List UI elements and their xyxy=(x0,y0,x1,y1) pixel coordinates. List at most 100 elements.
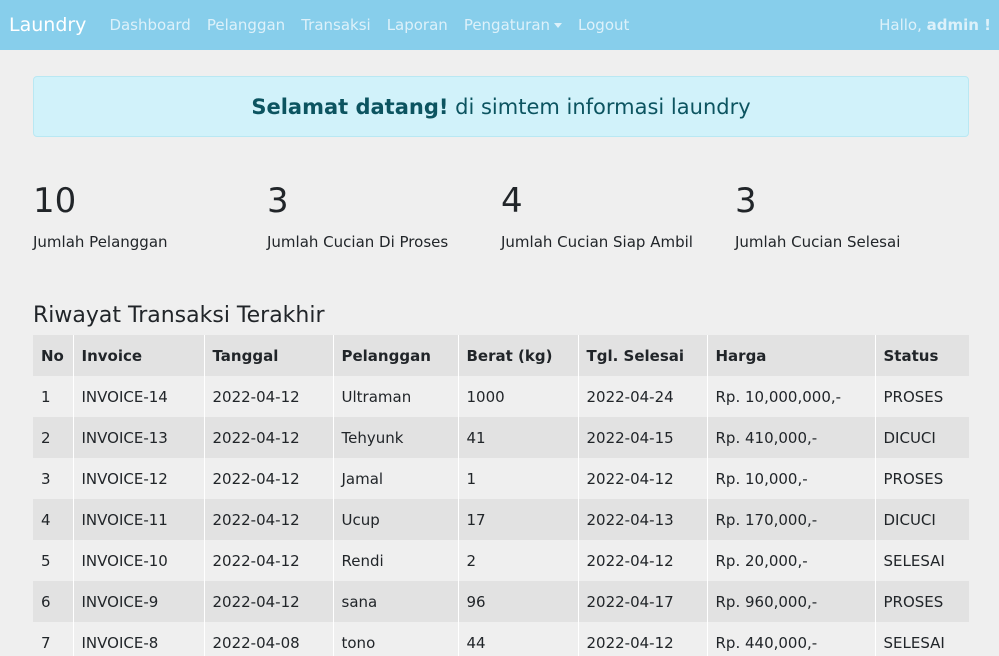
table-cell: 2022-04-15 xyxy=(578,417,708,458)
table-cell: 44 xyxy=(458,622,579,656)
table-cell: Rendi xyxy=(333,540,459,581)
table-cell: 2022-04-12 xyxy=(204,540,334,581)
table-cell: INVOICE-10 xyxy=(73,540,205,581)
table-row: 6 INVOICE-9 2022-04-12 sana 96 2022-04-17 Rp. … xyxy=(33,581,969,622)
stat-label: Jumlah Cucian Siap Ambil xyxy=(501,233,693,251)
column-header: Invoice xyxy=(73,335,205,376)
table-cell: 2022-04-12 xyxy=(204,417,334,458)
table-cell: INVOICE-9 xyxy=(73,581,205,622)
nav-link-dashboard[interactable]: Dashboard xyxy=(109,16,190,34)
brand-logo[interactable]: Laundry xyxy=(9,14,86,36)
table-cell: 3 xyxy=(33,458,74,499)
table-cell: 2022-04-12 xyxy=(204,581,334,622)
table-cell: 1000 xyxy=(458,376,579,417)
table-cell: 4 xyxy=(33,499,74,540)
top-navbar: Laundry Dashboard Pelanggan Transaksi La… xyxy=(0,0,999,50)
nav-link-transaksi[interactable]: Transaksi xyxy=(301,16,371,34)
table-cell: 2 xyxy=(33,417,74,458)
table-cell: Jamal xyxy=(333,458,459,499)
table-cell: Rp. 10,000,000,- xyxy=(707,376,876,417)
column-header: No xyxy=(33,335,74,376)
stats-row: 10 Jumlah Pelanggan 3 Jumlah Cucian Di P… xyxy=(33,181,969,251)
table-cell: PROSES xyxy=(875,458,969,499)
table-cell: Rp. 960,000,- xyxy=(707,581,876,622)
table-cell: 2022-04-08 xyxy=(204,622,334,656)
table-cell: SELESAI xyxy=(875,622,969,656)
table-cell: 1 xyxy=(458,458,579,499)
table-cell: Ucup xyxy=(333,499,459,540)
table-cell: INVOICE-12 xyxy=(73,458,205,499)
column-header: Status xyxy=(875,335,969,376)
stat-value: 10 xyxy=(33,181,77,221)
table-row: 5 INVOICE-10 2022-04-12 Rendi 2 2022-04-12 Rp.… xyxy=(33,540,969,581)
nav-link-logout[interactable]: Logout xyxy=(578,16,629,34)
table-cell: INVOICE-13 xyxy=(73,417,205,458)
table-cell: PROSES xyxy=(875,581,969,622)
stat-pelanggan: 10 Jumlah Pelanggan xyxy=(33,181,267,251)
greeting-username: admin ! xyxy=(926,16,991,34)
table-row: 4 INVOICE-11 2022-04-12 Ucup 17 2022-04-13 Rp.… xyxy=(33,499,969,540)
table-cell: INVOICE-14 xyxy=(73,376,205,417)
nav-link-laporan[interactable]: Laporan xyxy=(387,16,448,34)
table-cell: Rp. 10,000,- xyxy=(707,458,876,499)
user-greeting: Hallo, admin ! xyxy=(879,16,991,34)
column-header: Tanggal xyxy=(204,335,334,376)
table-cell: 2022-04-12 xyxy=(204,499,334,540)
table-cell: 2022-04-12 xyxy=(204,458,334,499)
table-cell: 2022-04-17 xyxy=(578,581,708,622)
nav-link-pelanggan[interactable]: Pelanggan xyxy=(207,16,285,34)
table-cell: 6 xyxy=(33,581,74,622)
table-cell: INVOICE-11 xyxy=(73,499,205,540)
table-row: 1 INVOICE-14 2022-04-12 Ultraman 1000 2022-04… xyxy=(33,376,969,417)
table-row: 3 INVOICE-12 2022-04-12 Jamal 1 2022-04-12 Rp.… xyxy=(33,458,969,499)
table-cell: 1 xyxy=(33,376,74,417)
chevron-down-icon xyxy=(554,22,563,28)
table-cell: 2022-04-12 xyxy=(578,540,708,581)
stat-proses: 3 Jumlah Cucian Di Proses xyxy=(267,181,501,251)
table-row: 7 INVOICE-8 2022-04-08 tono 44 2022-04-12 Rp. … xyxy=(33,622,969,656)
stat-selesai: 3 Jumlah Cucian Selesai xyxy=(735,181,969,251)
table-cell: 2022-04-12 xyxy=(578,622,708,656)
stat-label: Jumlah Pelanggan xyxy=(33,233,168,251)
main-container: Selamat datang! di simtem informasi laun… xyxy=(0,76,999,656)
nav-links: Dashboard Pelanggan Transaksi Laporan Pe… xyxy=(109,16,645,34)
nav-dropdown-label: Pengaturan xyxy=(463,16,551,34)
table-cell: DICUCI xyxy=(875,499,969,540)
welcome-text: di simtem informasi laundry xyxy=(448,94,751,119)
table-cell: Tehyunk xyxy=(333,417,459,458)
table-cell: 5 xyxy=(33,540,74,581)
column-header: Tgl. Selesai xyxy=(578,335,708,376)
table-cell: Ultraman xyxy=(333,376,459,417)
table-cell: INVOICE-8 xyxy=(73,622,205,656)
column-header: Pelanggan xyxy=(333,335,459,376)
table-cell: 17 xyxy=(458,499,579,540)
stat-value: 4 xyxy=(501,181,523,221)
table-cell: 96 xyxy=(458,581,579,622)
table-cell: tono xyxy=(333,622,459,656)
table-cell: 2 xyxy=(458,540,579,581)
greeting-prefix: Hallo, xyxy=(879,16,927,34)
column-header: Harga xyxy=(707,335,876,376)
table-body: 1 INVOICE-14 2022-04-12 Ultraman 1000 2022-04… xyxy=(33,376,969,656)
table-cell: Rp. 170,000,- xyxy=(707,499,876,540)
welcome-alert: Selamat datang! di simtem informasi laun… xyxy=(33,76,969,137)
table-cell: 2022-04-13 xyxy=(578,499,708,540)
table-cell: Rp. 440,000,- xyxy=(707,622,876,656)
table-cell: DICUCI xyxy=(875,417,969,458)
table-cell: 2022-04-12 xyxy=(204,376,334,417)
table-row: 2 INVOICE-13 2022-04-12 Tehyunk 41 2022-04-15… xyxy=(33,417,969,458)
table-cell: Rp. 20,000,- xyxy=(707,540,876,581)
nav-dropdown-pengaturan[interactable]: Pengaturan xyxy=(463,16,563,34)
table-cell: sana xyxy=(333,581,459,622)
stat-siap-ambil: 4 Jumlah Cucian Siap Ambil xyxy=(501,181,735,251)
table-cell: 7 xyxy=(33,622,74,656)
column-header: Berat (kg) xyxy=(458,335,579,376)
stat-value: 3 xyxy=(735,181,757,221)
table-cell: 2022-04-24 xyxy=(578,376,708,417)
table-cell: PROSES xyxy=(875,376,969,417)
table-header-row: No Invoice Tanggal Pelanggan Berat (kg) … xyxy=(33,335,969,376)
table-cell: SELESAI xyxy=(875,540,969,581)
table-cell: Rp. 410,000,- xyxy=(707,417,876,458)
stat-label: Jumlah Cucian Selesai xyxy=(735,233,901,251)
transaction-history-title: Riwayat Transaksi Terakhir xyxy=(33,303,325,328)
